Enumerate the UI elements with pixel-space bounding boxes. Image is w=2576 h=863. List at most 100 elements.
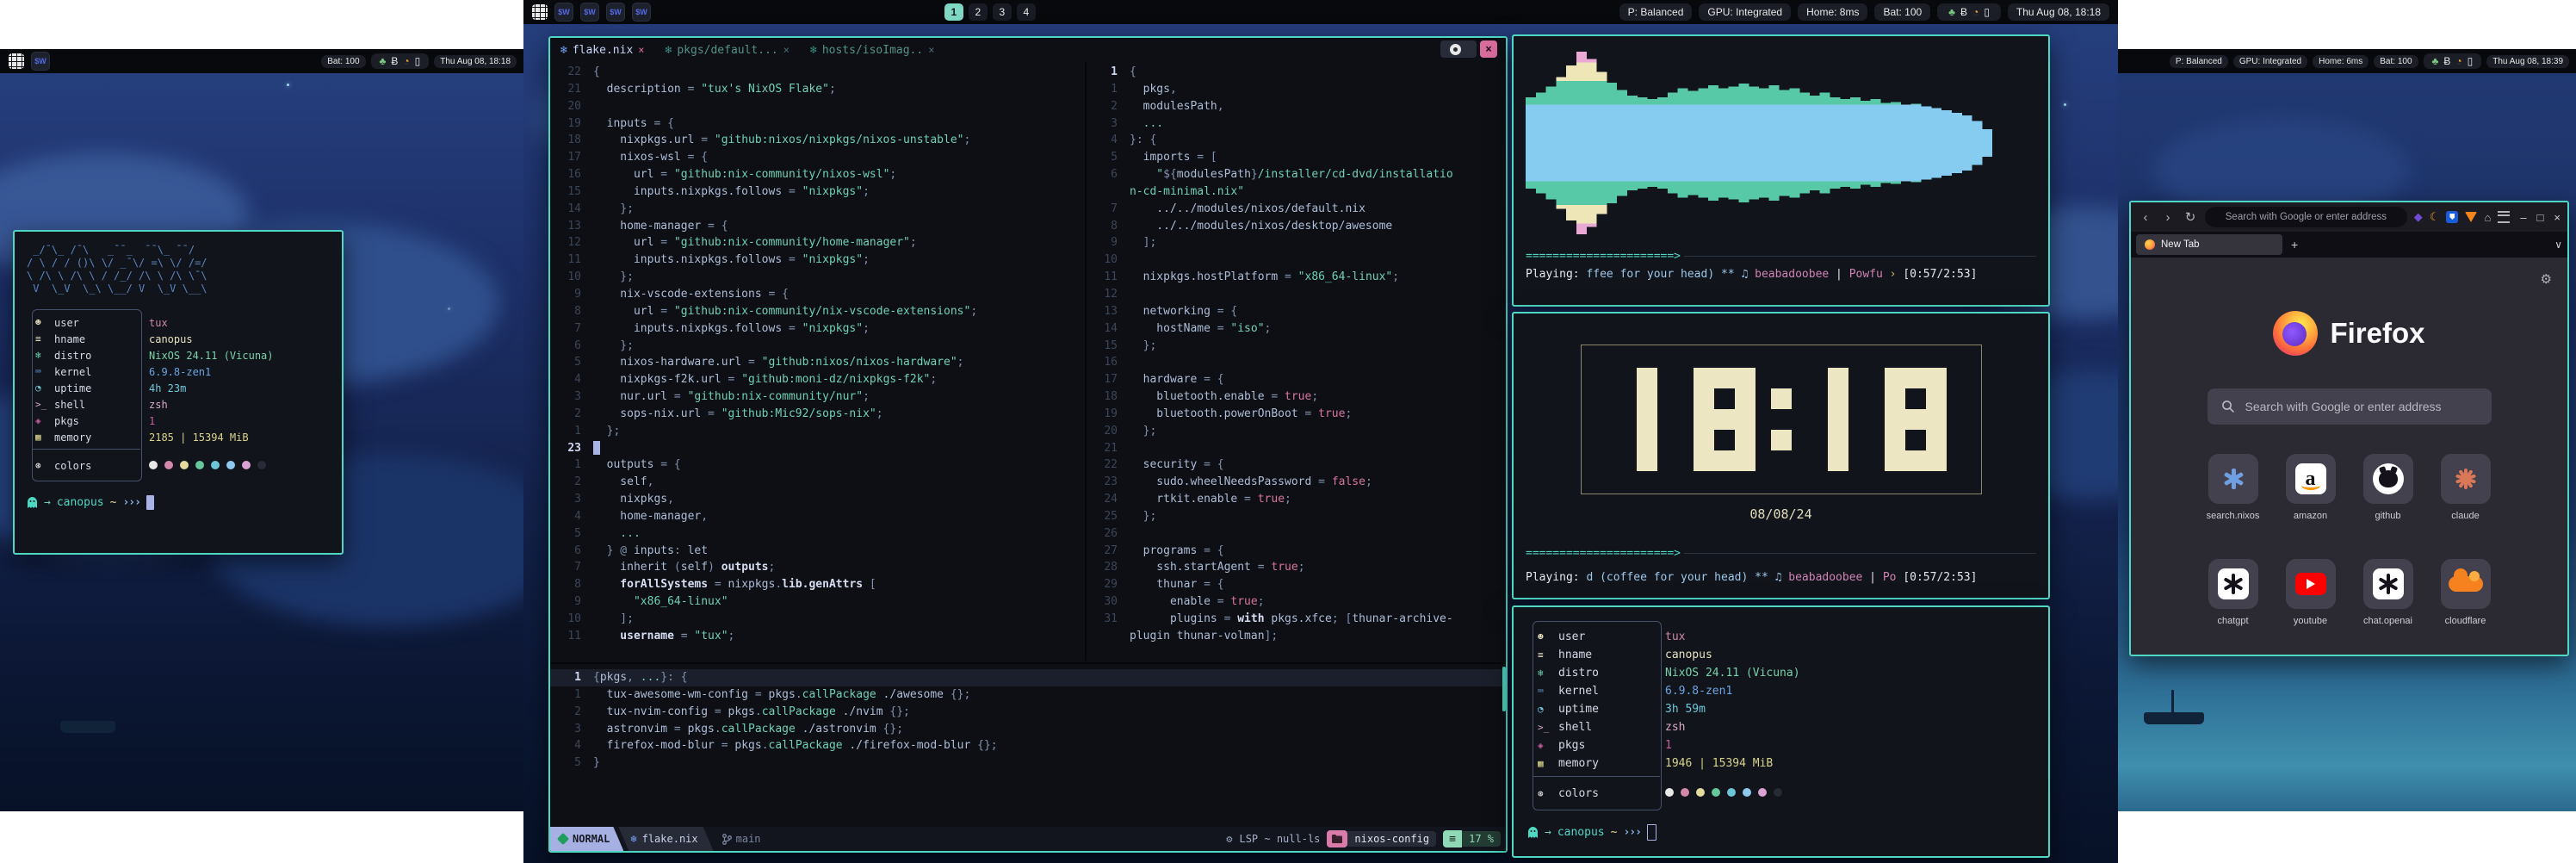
code-line[interactable]: 28 ssh.startAgent = true;	[1087, 559, 1506, 576]
code-line[interactable]: n-cd-minimal.nix"	[1087, 183, 1506, 201]
close-button[interactable]: ×	[2554, 211, 2561, 224]
code-line[interactable]: 30 enable = true;	[1087, 593, 1506, 611]
code-line[interactable]: 14 hostName = "iso";	[1087, 320, 1506, 338]
url-bar[interactable]: Search with Google or enter address	[2205, 207, 2407, 227]
taskbar-window-icon[interactable]: $W	[580, 3, 599, 22]
code-line[interactable]: 17 hardware = {	[1087, 371, 1506, 388]
pane-toggle-button[interactable]	[1440, 40, 1477, 58]
terminal-window-fetch-left[interactable]: _/¯\_ /¯\ _¯¯_ ¯¯\_ ¯¯/ / \ / / ()\ \/ _…	[13, 230, 344, 555]
code-line[interactable]: 2 self,	[550, 474, 1085, 491]
workspace-2[interactable]: 2	[969, 3, 988, 21]
code-line[interactable]: 1 outputs = {	[550, 456, 1085, 474]
code-line[interactable]: 12 url = "github:nix-community/home-mana…	[550, 234, 1085, 251]
code-line[interactable]: 22 security = {	[1087, 456, 1506, 474]
code-line[interactable]: 14 };	[550, 201, 1085, 218]
code-line[interactable]: 21 description = "tux's NixOS Flake";	[550, 81, 1085, 98]
code-line[interactable]: 7 ../../modules/nixos/default.nix	[1087, 201, 1506, 218]
shell-prompt[interactable]: → canopus ~ ›››	[27, 495, 154, 510]
code-line[interactable]: 13 networking = {	[1087, 303, 1506, 320]
code-pane-iso[interactable]: 1{1 pkgs,2 modulesPath,3 ...4}: {5 impor…	[1085, 62, 1506, 661]
code-line[interactable]: 2 modulesPath,	[1087, 98, 1506, 115]
code-line[interactable]: 13 home-manager = {	[550, 218, 1085, 235]
tab-flake-nix[interactable]: ❄ flake.nix ×	[550, 38, 655, 62]
layout-icon[interactable]	[532, 4, 548, 20]
back-button[interactable]: ‹	[2138, 210, 2153, 225]
code-line[interactable]: 25 };	[1087, 508, 1506, 525]
code-line[interactable]: 17 nixos-wsl = {	[550, 149, 1085, 166]
code-line[interactable]: 4}: {	[1087, 132, 1506, 149]
scrollbar[interactable]	[1502, 667, 1506, 711]
code-line[interactable]: 9 nix-vscode-extensions = {	[550, 286, 1085, 303]
code-line[interactable]: 3 nur.url = "github:nix-community/nur";	[550, 388, 1085, 406]
taskbar-window-icon[interactable]: $W	[606, 3, 625, 22]
code-line[interactable]: 5 nixos-hardware.url = "github:nixos/nix…	[550, 354, 1085, 371]
code-line[interactable]: 18 nixpkgs.url = "github:nixos/nixpkgs/n…	[550, 132, 1085, 149]
code-line[interactable]: 1 };	[550, 423, 1085, 440]
code-line[interactable]: 20	[550, 98, 1085, 115]
code-line[interactable]: 5 ...	[550, 525, 1085, 543]
code-line[interactable]: 19 bluetooth.powerOnBoot = true;	[1087, 406, 1506, 423]
code-line[interactable]: 3 astronvim = pkgs.callPackage ./astronv…	[550, 721, 1506, 738]
code-line[interactable]: plugin thunar-volman];	[1087, 628, 1506, 645]
code-line[interactable]: 15 inputs.nixpkgs.follows = "nixpkgs";	[550, 183, 1085, 201]
minimize-button[interactable]: –	[2520, 211, 2526, 224]
code-line[interactable]: 6 };	[550, 338, 1085, 355]
code-line[interactable]: 24 rtkit.enable = true;	[1087, 491, 1506, 508]
code-line[interactable]: 1 tux-awesome-wm-config = pkgs.callPacka…	[550, 686, 1506, 704]
code-line[interactable]: 31 plugins = with pkgs.xfce; [thunar-arc…	[1087, 611, 1506, 628]
taskbar-window-icon[interactable]: $W	[31, 52, 50, 71]
code-line[interactable]: 22{	[550, 64, 1085, 81]
shortcut-tile-search.nixos[interactable]: search.nixos	[2201, 454, 2265, 521]
code-line[interactable]: 29 thunar = {	[1087, 576, 1506, 593]
code-line[interactable]: 4 firefox-mod-blur = pkgs.callPackage ./…	[550, 737, 1506, 754]
code-line[interactable]: 2 sops-nix.url = "github:Mic92/sops-nix"…	[550, 406, 1085, 423]
darkreader-icon[interactable]: ☾	[2430, 210, 2440, 224]
tab-new-tab[interactable]: New Tab	[2136, 234, 2282, 255]
code-line[interactable]: 23 sudo.wheelNeedsPassword = false;	[1087, 474, 1506, 491]
code-line[interactable]: 11 nixpkgs.hostPlatform = "x86_64-linux"…	[1087, 269, 1506, 286]
neovim-window[interactable]: ❄ flake.nix × ❄ pkgs/default... × ❄ host…	[548, 36, 1508, 853]
code-line[interactable]: 7 inputs.nixpkgs.follows = "nixpkgs";	[550, 320, 1085, 338]
taskbar-window-icon[interactable]: $W	[554, 3, 573, 22]
terminal-window-cava[interactable]: ======================> Playing: ffee fo…	[1512, 34, 2050, 307]
workspace-3[interactable]: 3	[993, 3, 1012, 21]
close-icon[interactable]: ×	[783, 44, 790, 56]
maximize-button[interactable]: □	[2537, 211, 2544, 224]
tab-pkgs-default[interactable]: ❄ pkgs/default... ×	[655, 38, 800, 62]
firefox-window[interactable]: ‹ › ↻ Search with Google or enter addres…	[2129, 201, 2569, 656]
code-line[interactable]: 20 };	[1087, 423, 1506, 440]
code-line[interactable]: 23	[550, 440, 1085, 457]
tab-list-chevron-icon[interactable]: ∨	[2554, 239, 2562, 251]
close-icon[interactable]: ×	[928, 44, 934, 56]
code-line[interactable]: 21	[1087, 440, 1506, 457]
code-line[interactable]: 3 ...	[1087, 115, 1506, 133]
close-icon[interactable]: ×	[638, 44, 644, 56]
metamask-icon[interactable]	[2465, 212, 2477, 222]
layout-icon[interactable]	[9, 53, 24, 69]
shortcut-tile-youtube[interactable]: youtube	[2279, 559, 2343, 626]
newtab-settings-gear-icon[interactable]: ⚙	[2541, 271, 2552, 287]
taskbar-window-icon[interactable]: $W	[632, 3, 651, 22]
extensions-icon[interactable]: ⌂	[2484, 211, 2491, 224]
extension-icon[interactable]: ◆	[2414, 210, 2423, 224]
code-line[interactable]: 6 "${modulesPath}/installer/cd-dvd/insta…	[1087, 166, 1506, 183]
code-line[interactable]: 8 ../../modules/nixos/desktop/awesome	[1087, 218, 1506, 235]
code-line[interactable]: 4 nixpkgs-f2k.url = "github:moni-dz/nixp…	[550, 371, 1085, 388]
code-line[interactable]: 11 username = "tux";	[550, 628, 1085, 645]
terminal-window-clock[interactable]: 08/08/24 ======================> Playing…	[1512, 312, 2050, 599]
code-line[interactable]: 1 pkgs,	[1087, 81, 1506, 98]
shortcut-tile-chat.openai[interactable]: chat.openai	[2356, 559, 2420, 626]
newtab-search-input[interactable]: Search with Google or enter address	[2208, 388, 2492, 425]
code-pane-pkgs[interactable]: 1{pkgs, ...}: {1 tux-awesome-wm-config =…	[550, 662, 1506, 830]
pane-close-button[interactable]: ×	[1480, 40, 1497, 58]
code-line[interactable]: 5}	[550, 754, 1506, 772]
bitwarden-icon[interactable]	[2446, 211, 2458, 223]
code-line[interactable]: 2 tux-nvim-config = pkgs.callPackage ./n…	[550, 704, 1506, 721]
code-line[interactable]: 4 home-manager,	[550, 508, 1085, 525]
code-line[interactable]: 8 forAllSystems = nixpkgs.lib.genAttrs [	[550, 576, 1085, 593]
code-line[interactable]: 10 ];	[550, 611, 1085, 628]
tab-hosts-isoimage[interactable]: ❄ hosts/isoImag.. ×	[800, 38, 944, 62]
code-line[interactable]: 10	[1087, 251, 1506, 269]
menu-icon[interactable]	[2498, 211, 2510, 223]
code-line[interactable]: 6 } @ inputs: let	[550, 543, 1085, 560]
